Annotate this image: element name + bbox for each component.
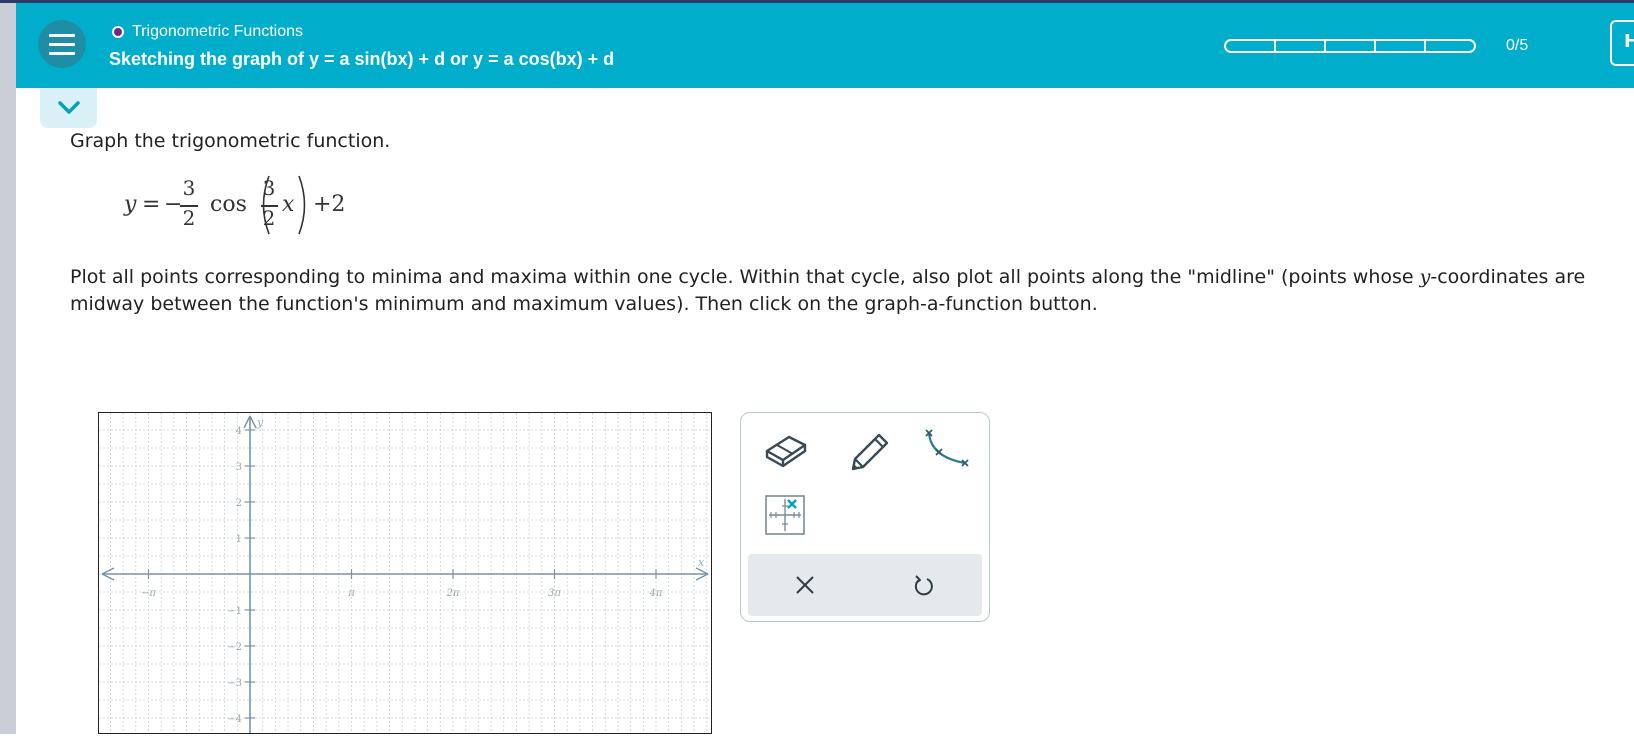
- progress-segment: [1424, 39, 1476, 53]
- y-tick-label: 3: [236, 462, 242, 473]
- eraser-icon: [765, 435, 807, 468]
- eq-constant: +2: [313, 192, 346, 217]
- clear-button[interactable]: [788, 568, 822, 602]
- lesson-subtitle: Sketching the graph of y = a sin(bx) + d…: [109, 49, 615, 69]
- collapse-toggle[interactable]: [40, 88, 97, 128]
- clear-icon: [796, 576, 814, 594]
- y-tick-label: −3: [227, 678, 242, 689]
- graph-frame: [98, 412, 712, 734]
- help-button[interactable]: H: [1610, 20, 1634, 66]
- graph-canvas[interactable]: x y −π π 2π 3π 4π 4 3 2 1 −1 −2 −3 −4: [98, 412, 712, 734]
- eq-coef-denominator: 2: [182, 206, 196, 230]
- progress-segment: [1224, 39, 1276, 53]
- progress-bar: [1224, 39, 1476, 53]
- pencil-icon: [851, 433, 889, 471]
- problem-paragraph: Plot all points corresponding to minima …: [70, 264, 1634, 318]
- progress-segment: [1374, 39, 1426, 53]
- x-tick-label: 2π: [446, 588, 460, 599]
- tool-footer: [748, 554, 982, 616]
- progress-segment: [1324, 39, 1376, 53]
- eq-right-paren: [298, 175, 306, 235]
- pencil-tool[interactable]: [845, 427, 891, 473]
- y-tick-label: −4: [227, 714, 242, 725]
- y-tick-label: 4: [236, 426, 242, 437]
- progress-segment: [1274, 39, 1326, 53]
- undo-button[interactable]: [906, 568, 940, 602]
- progress-count: 0/5: [1506, 37, 1529, 54]
- x-tick-label: 4π: [649, 588, 663, 599]
- x-axis-label: x: [698, 556, 705, 569]
- y-tick-label: 2: [236, 498, 242, 509]
- paragraph-var-y: y: [1419, 266, 1431, 288]
- topic-title: Trigonometric Functions: [132, 23, 304, 40]
- eq-coef-numerator: 3: [182, 176, 196, 200]
- eq-arg-variable: x: [282, 192, 295, 217]
- eq-function: cos: [210, 192, 247, 217]
- eq-arg-numerator: 3: [262, 176, 276, 200]
- chevron-down-icon: [57, 101, 80, 114]
- eraser-tool[interactable]: [763, 427, 809, 473]
- instruction-text: Graph the trigonometric function.: [70, 130, 391, 152]
- y-tick-label: −1: [227, 606, 242, 617]
- x-tick-label: 3π: [548, 588, 561, 599]
- tool-panel: [740, 412, 990, 622]
- undo-icon: [914, 575, 933, 596]
- left-rail: [0, 3, 16, 734]
- menu-icon-line: [49, 51, 75, 55]
- topic-dot-icon: [112, 26, 124, 38]
- menu-icon-line: [49, 42, 75, 46]
- y-tick-label: −2: [227, 642, 242, 653]
- menu-button[interactable]: [38, 20, 86, 68]
- point-grid-tool[interactable]: [765, 495, 805, 535]
- eq-arg-denominator: 2: [262, 206, 276, 230]
- graph-function-tool[interactable]: [921, 427, 971, 473]
- graph-function-icon: [925, 429, 969, 467]
- eq-lhs: y: [124, 192, 137, 217]
- paragraph-text-1: Plot all points corresponding to minima …: [70, 266, 1420, 288]
- topic-row: Trigonometric Functions: [112, 23, 303, 41]
- y-axis-label: y: [256, 416, 264, 429]
- header-bar: Trigonometric Functions Sketching the gr…: [16, 3, 1634, 88]
- y-tick-label: 1: [236, 534, 242, 545]
- x-tick-label: −π: [141, 588, 156, 599]
- graph-area[interactable]: x y −π π 2π 3π 4π 4 3 2 1 −1 −2 −3 −4: [98, 412, 712, 738]
- menu-icon-line: [49, 33, 75, 37]
- point-grid-icon: [765, 495, 805, 535]
- x-tick-label: π: [347, 588, 355, 599]
- eq-equals: =: [142, 192, 161, 217]
